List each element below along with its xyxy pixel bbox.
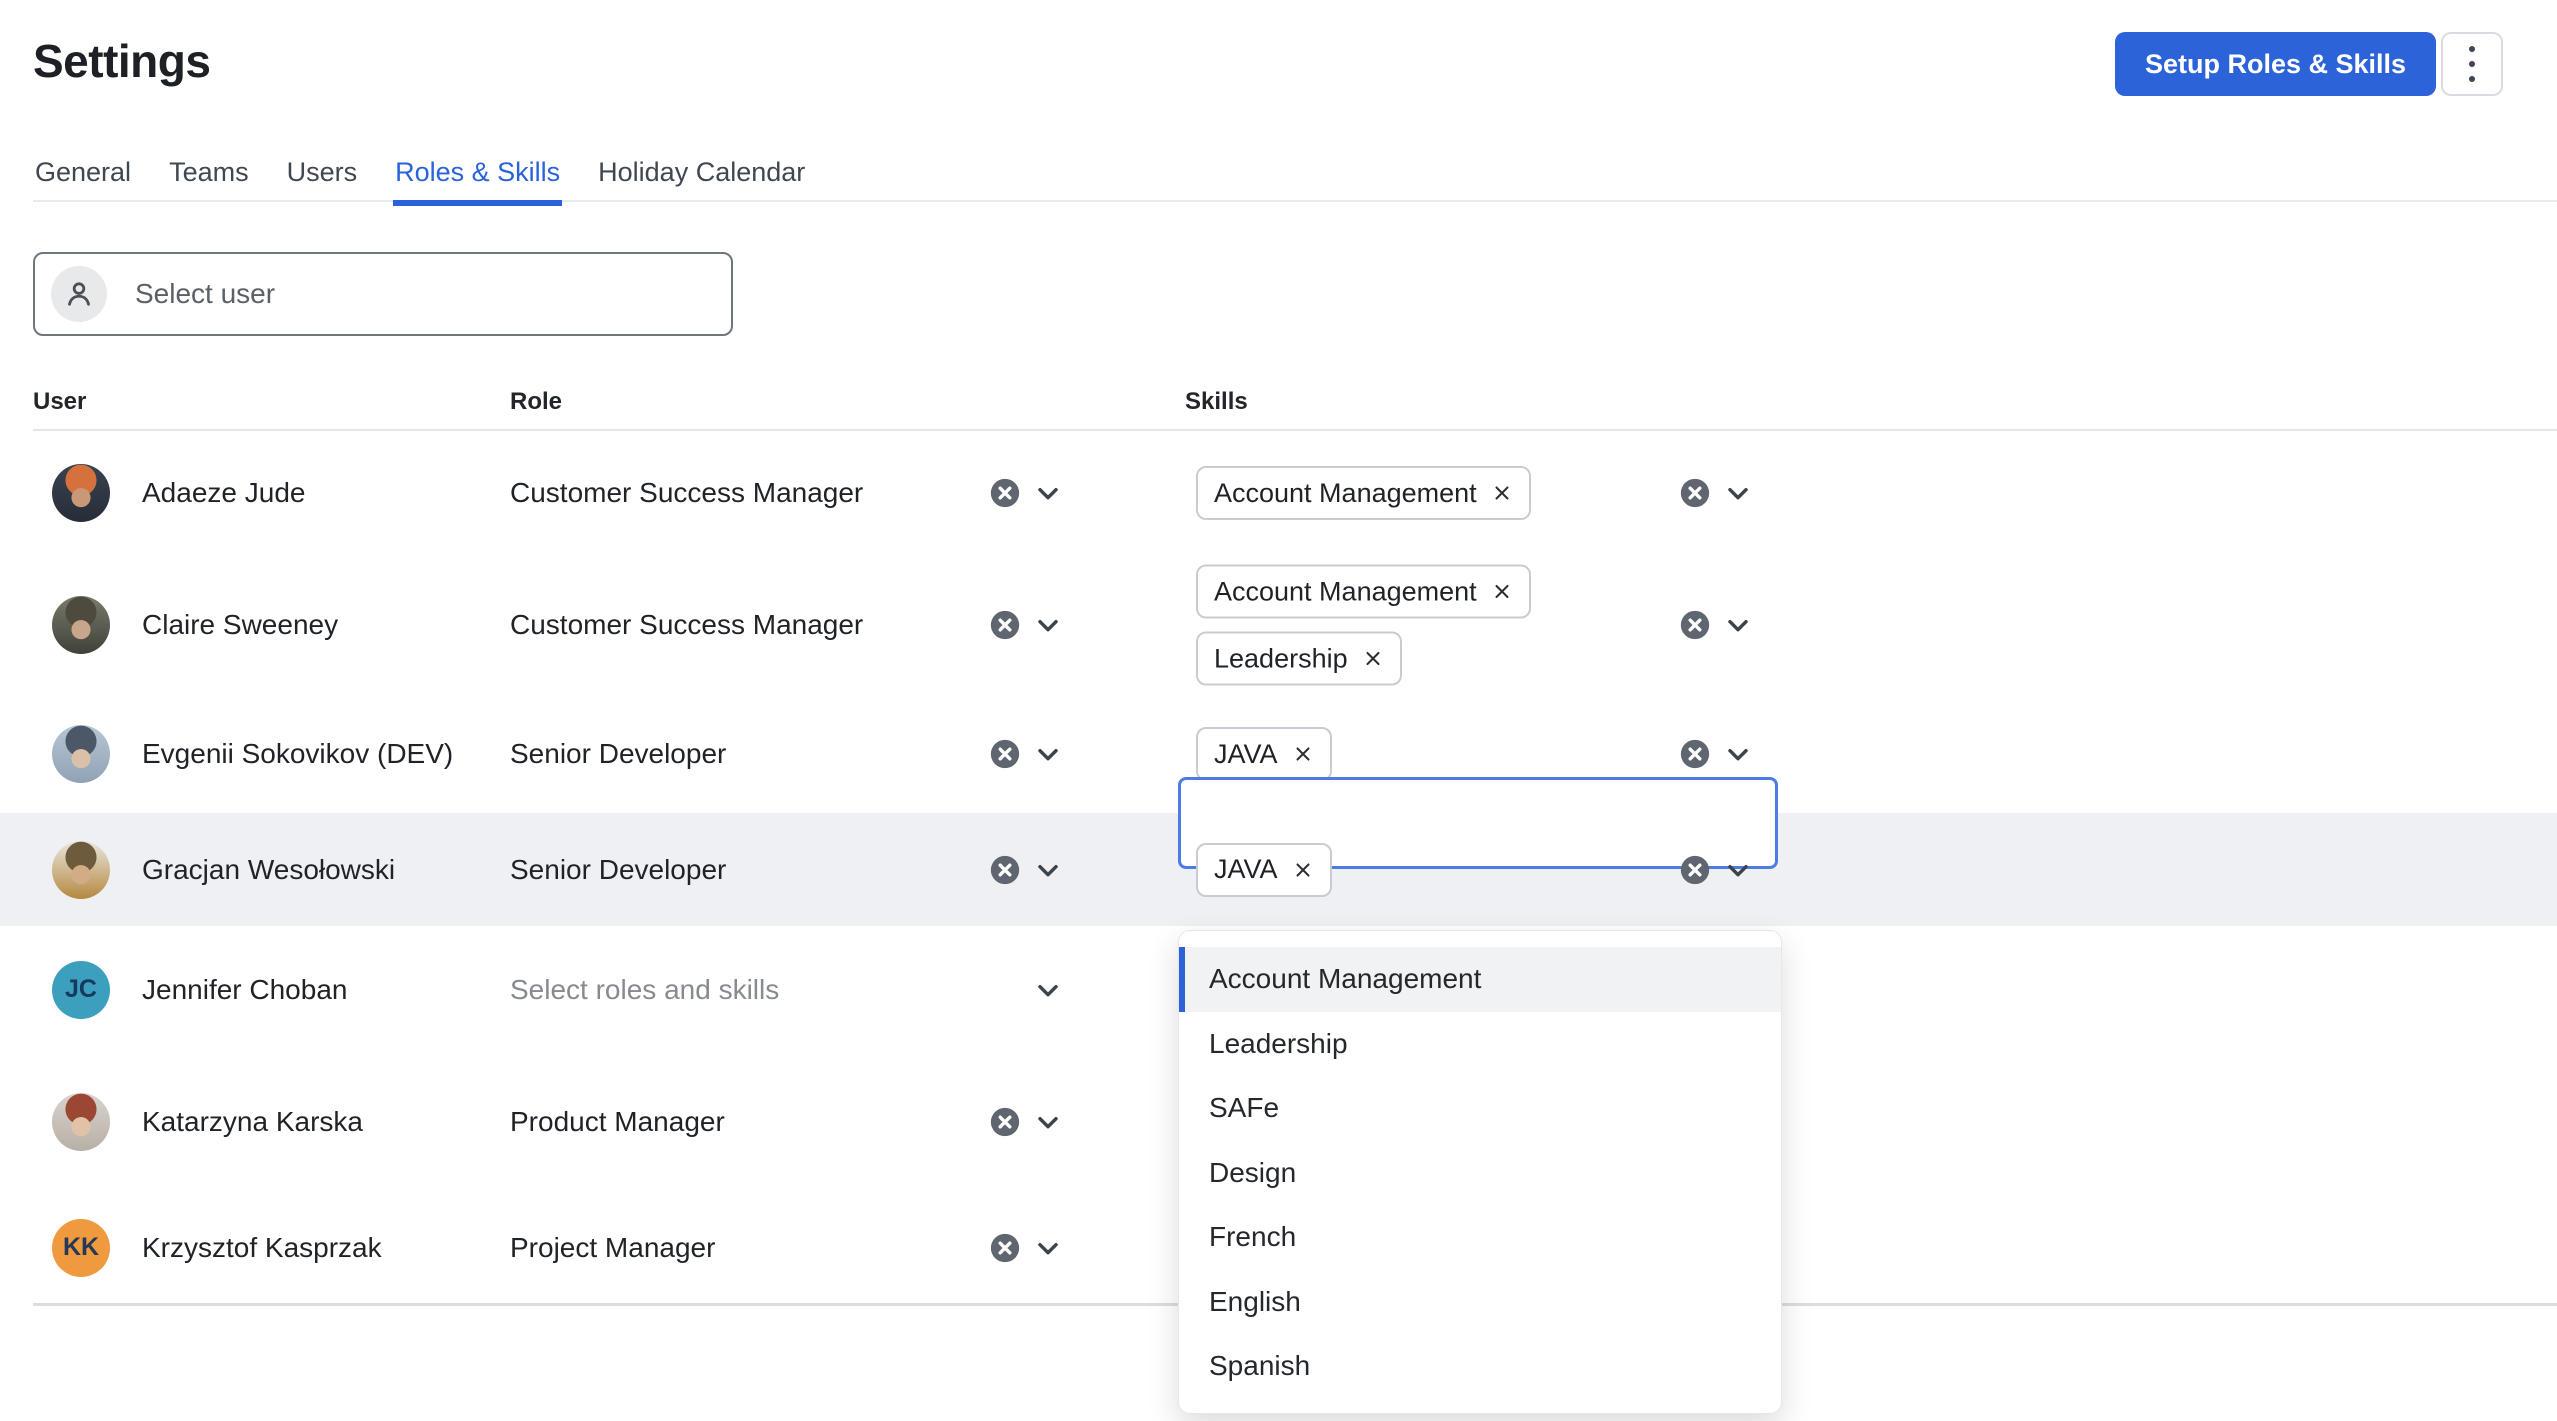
user-name: Claire Sweeney: [142, 609, 338, 641]
user-name: Katarzyna Karska: [142, 1106, 363, 1138]
role-select[interactable]: Product Manager: [510, 1106, 725, 1138]
role-clear-button[interactable]: [988, 476, 1022, 510]
avatar: JC: [52, 961, 110, 1019]
skills-chips: Account Management Leadership: [1196, 565, 1531, 686]
role-select[interactable]: Customer Success Manager: [510, 477, 863, 509]
skill-chip-label: Account Management: [1214, 576, 1477, 607]
dropdown-option-account-management[interactable]: Account Management: [1179, 947, 1781, 1012]
role-clear-button[interactable]: [988, 608, 1022, 642]
skills-clear-button[interactable]: [1678, 608, 1712, 642]
chevron-down-icon[interactable]: [1722, 477, 1754, 509]
column-header-role: Role: [510, 388, 562, 416]
page-title: Settings: [33, 34, 210, 88]
kebab-menu-icon: [2469, 61, 2475, 67]
role-clear-button[interactable]: [988, 1105, 1022, 1139]
dropdown-option-leadership[interactable]: Leadership: [1179, 1012, 1781, 1077]
avatar: [52, 1093, 110, 1151]
avatar: KK: [52, 1219, 110, 1277]
avatar: [52, 464, 110, 522]
tab-teams[interactable]: Teams: [167, 156, 251, 202]
tab-general[interactable]: General: [33, 156, 133, 202]
more-options-button[interactable]: [2441, 32, 2503, 96]
table-row-claire-sweeney: Claire Sweeney Customer Success Manager …: [0, 555, 2557, 695]
skills-chips: Account Management: [1196, 466, 1531, 520]
setup-roles-skills-button[interactable]: Setup Roles & Skills: [2115, 32, 2436, 96]
user-name: Evgenii Sokovikov (DEV): [142, 738, 453, 770]
skill-chip-java: JAVA: [1196, 727, 1332, 781]
skills-clear-button[interactable]: [1678, 853, 1712, 887]
kebab-menu-icon: [2469, 76, 2475, 82]
user-name: Krzysztof Kasprzak: [142, 1232, 382, 1264]
table-row-adaeze-jude: Adaeze Jude Customer Success Manager Acc…: [0, 431, 2557, 555]
tab-roles-skills[interactable]: Roles & Skills: [393, 156, 562, 202]
remove-skill-icon[interactable]: [1292, 859, 1314, 881]
skill-chip-label: JAVA: [1214, 854, 1278, 885]
skills-clear-button[interactable]: [1678, 476, 1712, 510]
select-user-input[interactable]: Select user: [33, 252, 733, 336]
chevron-down-icon[interactable]: [1032, 477, 1064, 509]
table-row-gracjan-weso-owski: Gracjan Wesołowski Senior Developer JAVA: [0, 813, 2557, 926]
skills-dropdown: Account ManagementLeadershipSAFeDesignFr…: [1178, 930, 1782, 1414]
kebab-menu-icon: [2469, 46, 2475, 52]
skill-chip-label: JAVA: [1214, 739, 1278, 770]
chevron-down-icon[interactable]: [1032, 1106, 1064, 1138]
avatar: [52, 596, 110, 654]
chevron-down-icon[interactable]: [1032, 854, 1064, 886]
skill-chip-label: Leadership: [1214, 643, 1348, 674]
dropdown-option-design[interactable]: Design: [1179, 1141, 1781, 1206]
skills-chips: JAVA: [1196, 727, 1332, 781]
tab-holiday-calendar[interactable]: Holiday Calendar: [596, 156, 807, 202]
role-clear-button[interactable]: [988, 1231, 1022, 1265]
user-name: Adaeze Jude: [142, 477, 305, 509]
remove-skill-icon[interactable]: [1491, 482, 1513, 504]
avatar: [52, 841, 110, 899]
skills-clear-button[interactable]: [1678, 737, 1712, 771]
role-select[interactable]: Project Manager: [510, 1232, 715, 1264]
settings-page: Settings Setup Roles & Skills General Tea…: [0, 0, 2557, 1421]
remove-skill-icon[interactable]: [1491, 581, 1513, 603]
role-select[interactable]: Senior Developer: [510, 854, 726, 886]
chevron-down-icon[interactable]: [1722, 854, 1754, 886]
tabs: General Teams Users Roles & Skills Holiday C…: [33, 156, 807, 202]
column-header-user: User: [33, 388, 86, 416]
chevron-down-icon[interactable]: [1032, 974, 1064, 1006]
tab-users[interactable]: Users: [285, 156, 360, 202]
remove-skill-icon[interactable]: [1362, 648, 1384, 670]
person-icon: [51, 266, 107, 322]
skill-chip-account-management: Account Management: [1196, 565, 1531, 619]
skill-chip-label: Account Management: [1214, 478, 1477, 509]
avatar: [52, 725, 110, 783]
column-header-skills: Skills: [1185, 388, 1248, 416]
dropdown-option-spanish[interactable]: Spanish: [1179, 1334, 1781, 1399]
skill-chip-leadership: Leadership: [1196, 632, 1402, 686]
remove-skill-icon[interactable]: [1292, 743, 1314, 765]
dropdown-option-english[interactable]: English: [1179, 1270, 1781, 1335]
skill-chip-java: JAVA: [1196, 843, 1332, 897]
select-user-placeholder: Select user: [135, 278, 275, 310]
dropdown-option-safe[interactable]: SAFe: [1179, 1076, 1781, 1141]
chevron-down-icon[interactable]: [1032, 609, 1064, 641]
chevron-down-icon[interactable]: [1722, 609, 1754, 641]
chevron-down-icon[interactable]: [1032, 738, 1064, 770]
user-name: Gracjan Wesołowski: [142, 854, 395, 886]
skills-chips: JAVA: [1196, 843, 1332, 897]
skill-chip-account-management: Account Management: [1196, 466, 1531, 520]
role-select[interactable]: Select roles and skills: [510, 974, 779, 1006]
dropdown-option-french[interactable]: French: [1179, 1205, 1781, 1270]
role-clear-button[interactable]: [988, 853, 1022, 887]
role-clear-button[interactable]: [988, 737, 1022, 771]
chevron-down-icon[interactable]: [1032, 1232, 1064, 1264]
role-select[interactable]: Customer Success Manager: [510, 609, 863, 641]
role-select[interactable]: Senior Developer: [510, 738, 726, 770]
chevron-down-icon[interactable]: [1722, 738, 1754, 770]
user-name: Jennifer Choban: [142, 974, 347, 1006]
